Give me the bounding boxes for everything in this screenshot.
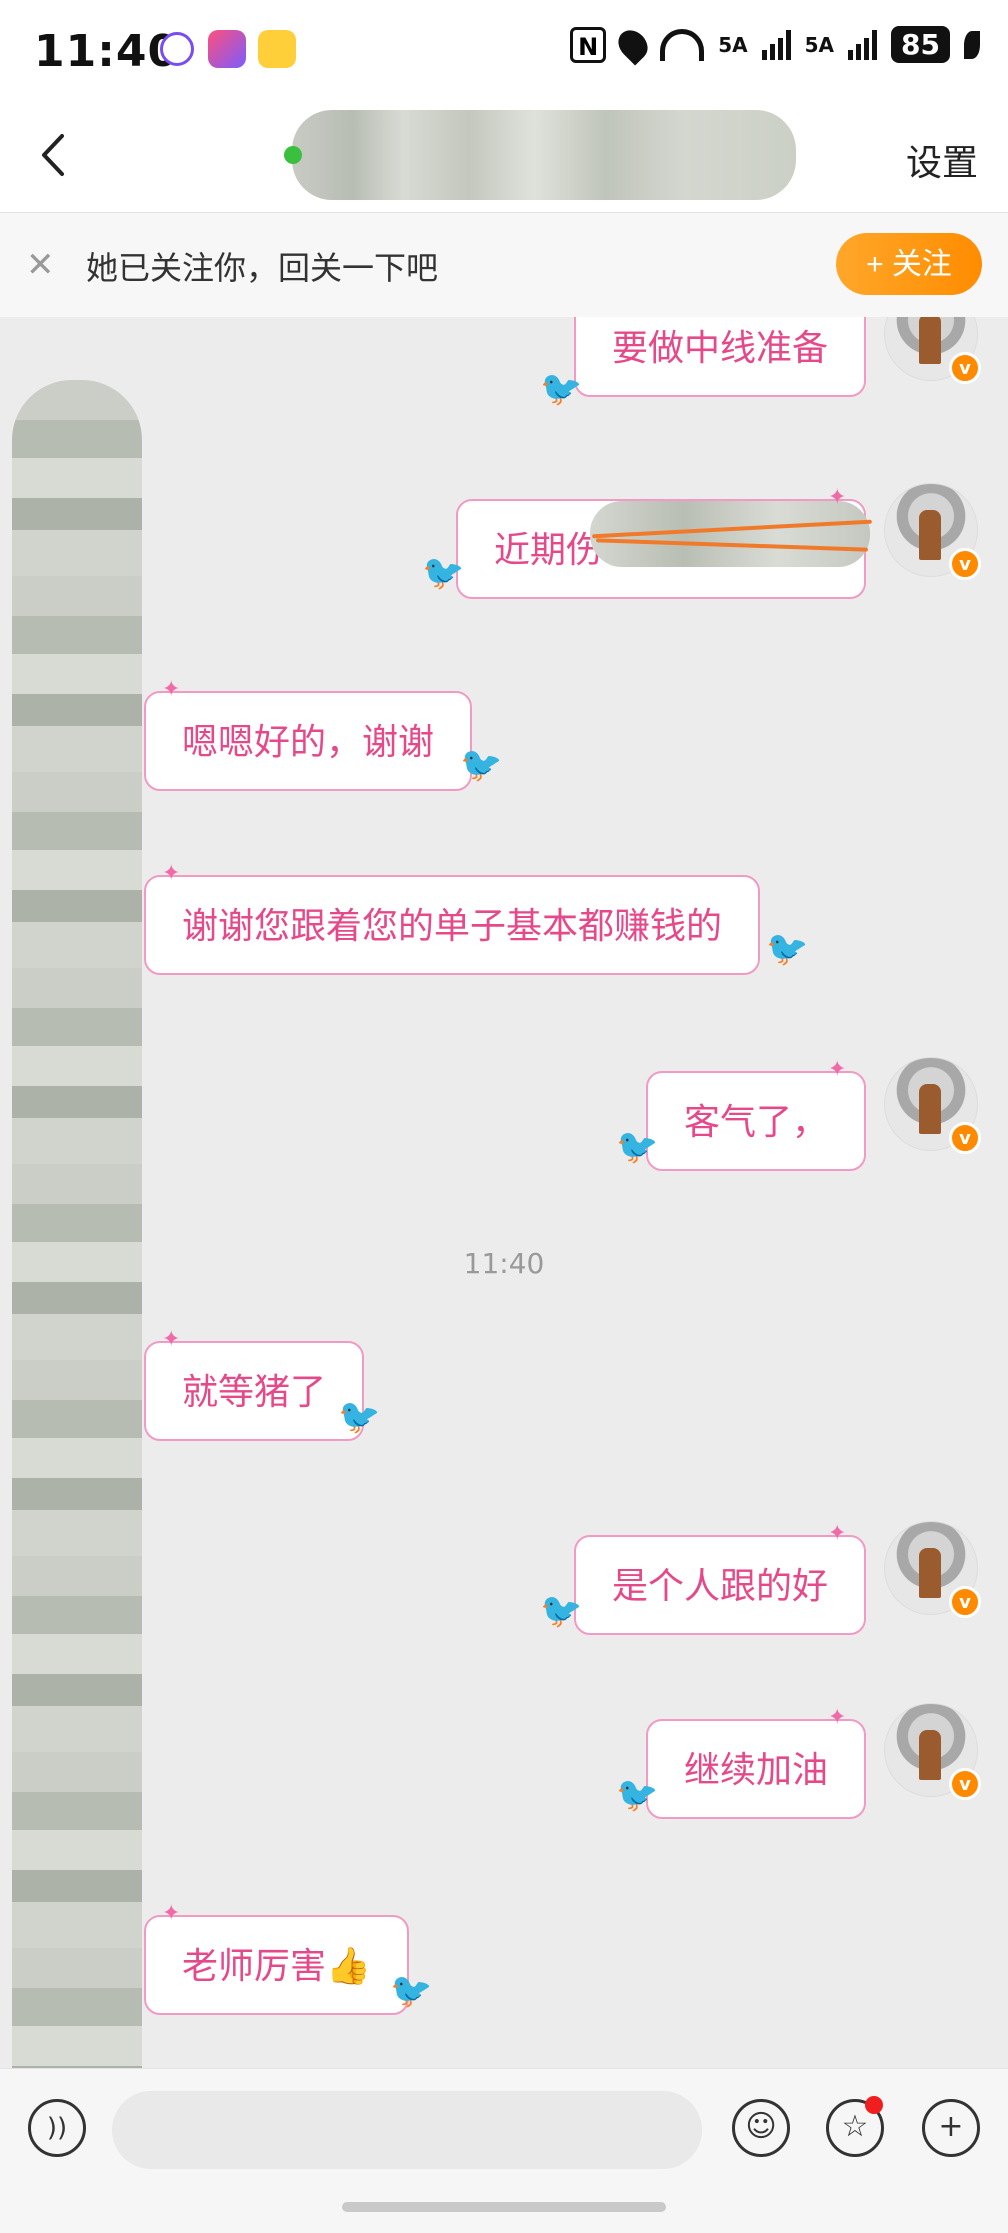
weibo-app-icon	[258, 30, 296, 68]
message-list: 要做中线准备 🐦 v 近期伤 🐦 ✦ v 嗯嗯好的，谢谢 ✦ 🐦 谢谢您跟着您的…	[0, 317, 1008, 2067]
sticker-icon[interactable]: ☆	[826, 2096, 884, 2157]
emoji-icon[interactable]: ☺	[732, 2099, 790, 2157]
plus-icon[interactable]: +	[922, 2099, 980, 2157]
follow-back-banner: ✕ 她已关注你，回关一下吧 + 关注	[0, 213, 1008, 317]
location-icon	[612, 23, 654, 66]
sparkle-icon: ✦	[828, 1705, 847, 1730]
back-icon[interactable]	[30, 130, 80, 180]
sparkle-icon: ✦	[162, 1901, 181, 1926]
status-bar: 11:40 N 5A 5A 85	[0, 0, 1008, 100]
home-indicator	[342, 2202, 666, 2212]
chat-header: 设置	[0, 100, 1008, 213]
avatar[interactable]: v	[884, 317, 981, 384]
settings-button[interactable]: 设置	[906, 134, 978, 186]
signal-label-2: 5A	[804, 32, 835, 57]
verified-badge: v	[949, 548, 981, 580]
voice-icon[interactable]: ))	[28, 2099, 86, 2157]
app-icon-2	[208, 30, 246, 68]
verified-badge: v	[949, 1768, 981, 1800]
nfc-icon: N	[570, 26, 607, 63]
sparkle-icon: ✦	[162, 1327, 181, 1352]
signal-bars-1-icon	[761, 29, 791, 60]
redaction-overlay	[12, 380, 142, 2190]
sparkle-icon: ✦	[828, 485, 847, 510]
sparkle-icon: ✦	[162, 677, 181, 702]
bird-sticker-icon: 🐦	[422, 553, 465, 593]
signal-label-1: 5A	[718, 32, 748, 57]
bird-sticker-icon: 🐦	[540, 369, 583, 409]
verified-badge: v	[949, 352, 981, 384]
message-bubble[interactable]: 嗯嗯好的，谢谢	[144, 691, 473, 791]
message-bubble[interactable]: 老师厉害👍	[144, 1915, 409, 2015]
close-icon[interactable]: ✕	[26, 245, 55, 285]
avatar[interactable]: v	[884, 1703, 981, 1800]
notification-dot	[865, 2096, 883, 2114]
follow-back-text: 她已关注你，回关一下吧	[86, 249, 439, 287]
message-bubble[interactable]: 就等猪了	[144, 1341, 365, 1441]
avatar[interactable]: v	[884, 483, 981, 580]
message-input[interactable]	[112, 2091, 702, 2169]
status-right: N 5A 5A 85	[570, 23, 980, 66]
battery-level: 85	[891, 26, 950, 63]
signal-bars-2-icon	[848, 29, 878, 60]
message-bubble[interactable]: 谢谢您跟着您的单子基本都赚钱的	[144, 875, 761, 975]
bird-sticker-icon: 🐦	[338, 1397, 381, 1437]
bird-sticker-icon: 🐦	[390, 1971, 433, 2011]
message-bubble[interactable]: 客气了，	[645, 1071, 866, 1171]
avatar[interactable]: v	[884, 1521, 981, 1618]
leaf-icon	[964, 30, 980, 59]
online-status-dot	[284, 146, 302, 164]
verified-badge: v	[949, 1586, 981, 1618]
bird-sticker-icon: 🐦	[616, 1127, 659, 1167]
message-bubble[interactable]: 要做中线准备	[573, 317, 866, 397]
bird-sticker-icon: 🐦	[460, 745, 503, 785]
bird-sticker-icon: 🐦	[616, 1775, 659, 1815]
message-bubble[interactable]: 是个人跟的好	[573, 1535, 866, 1635]
message-bubble[interactable]: 继续加油	[645, 1719, 866, 1819]
follow-button[interactable]: + 关注	[836, 233, 982, 295]
sparkle-icon: ✦	[828, 1057, 847, 1082]
verified-badge: v	[949, 1122, 981, 1154]
wifi-icon	[660, 28, 705, 61]
status-time: 11:40	[34, 26, 180, 77]
bird-sticker-icon: 🐦	[540, 1591, 583, 1631]
bird-sticker-icon: 🐦	[766, 929, 809, 969]
app-icon-1	[160, 32, 194, 66]
sparkle-icon: ✦	[162, 861, 181, 886]
contact-name-redacted	[292, 110, 796, 200]
avatar[interactable]: v	[884, 1057, 981, 1154]
sparkle-icon: ✦	[828, 1521, 847, 1546]
message-timestamp: 11:40	[463, 1247, 545, 1280]
